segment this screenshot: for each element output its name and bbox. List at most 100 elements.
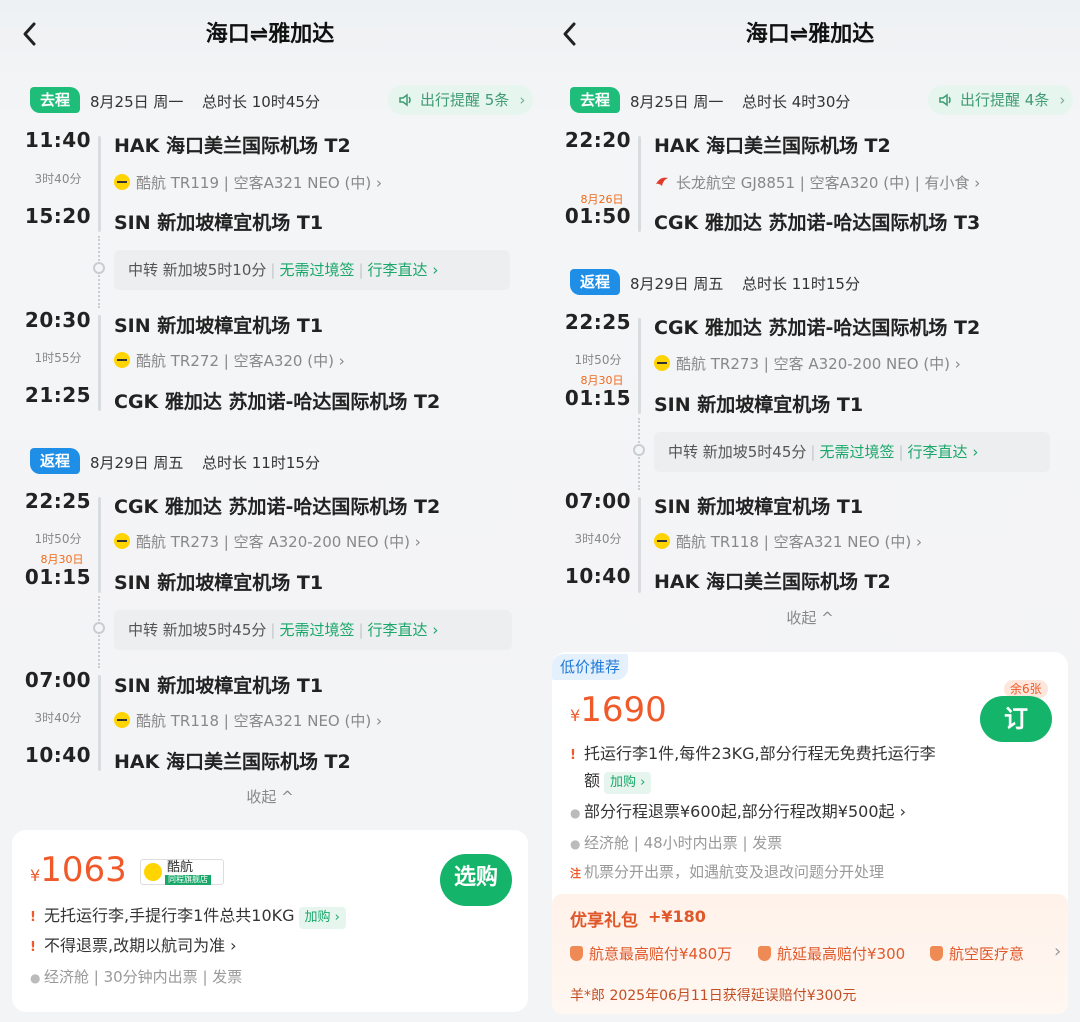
flight-info-text: 酷航 TR118 | 空客A321 NEO (中) › — [676, 533, 922, 551]
gift-package-title: 优享礼包 — [570, 911, 638, 931]
bullet-icon: ● — [30, 971, 41, 985]
chevron-right-icon[interactable]: › — [1054, 941, 1061, 962]
segment-line — [638, 136, 641, 232]
segment-line — [638, 318, 641, 414]
visa-free-label: 无需过境签 — [819, 443, 895, 461]
scoot-logo-icon — [114, 352, 130, 368]
flight-duration: 3时40分 — [574, 532, 622, 546]
price-display: ¥1690 — [570, 690, 667, 730]
outbound-date: 8月25日 周一 — [90, 93, 184, 111]
departure-time: 22:25 — [564, 310, 632, 334]
warning-icon: ! — [570, 748, 576, 763]
departure-time: 20:30 — [24, 308, 92, 332]
compensation-note: 羊*郎 2025年06月11日获得延误赔付¥300元 — [570, 988, 857, 1004]
add-purchase-button[interactable]: 加购 › — [604, 772, 652, 794]
segment-line — [98, 675, 101, 771]
book-label: 订 — [1004, 705, 1028, 733]
chevron-right-icon: › — [1059, 91, 1066, 109]
arrival-airport: HAK 海口美兰国际机场 T2 — [114, 751, 351, 773]
flight-info[interactable]: 酷航 TR119 | 空客A321 NEO (中) › — [114, 172, 382, 193]
transfer-info[interactable]: 中转 新加坡5时45分 | 无需过境签 | 行李直达 › — [114, 610, 512, 650]
baggage-rule-cont: 额加购 › — [584, 767, 652, 794]
page-title: 海口⇌雅加达 — [745, 22, 875, 47]
segment-line — [98, 136, 101, 232]
refund-rule[interactable]: ● 部分行程退票¥600起,部分行程改期¥500起 › — [570, 798, 906, 822]
flight-duration: 3时40分 — [34, 711, 82, 725]
select-buy-button[interactable]: 选购 — [440, 854, 512, 906]
departure-time: 07:00 — [564, 489, 632, 513]
segment-line — [98, 497, 101, 593]
travel-reminder-button[interactable]: 出行提醒 4条 › — [928, 85, 1074, 115]
separate-ticket-note-text: 机票分开出票，如遇航变及退改问题分开处理 — [584, 863, 885, 881]
gift-item: 航延最高赔付¥300 — [758, 943, 905, 964]
baggage-rule: ! 无托运行李,手提行李1件总共10KG 加购 › — [30, 902, 346, 929]
speaker-icon — [399, 93, 411, 107]
flight-info[interactable]: 酷航 TR273 | 空客 A320-200 NEO (中) › — [654, 353, 961, 374]
outbound-tag: 去程 — [30, 87, 81, 113]
price-value: 1690 — [580, 690, 667, 730]
travel-reminder-label: 出行提醒 4条 — [960, 91, 1050, 109]
arrival-time: 01:15 — [24, 565, 92, 589]
flight-info[interactable]: 酷航 TR118 | 空客A321 NEO (中) › — [654, 531, 922, 552]
flight-info[interactable]: 酷航 TR273 | 空客 A320-200 NEO (中) › — [114, 531, 421, 552]
scoot-logo-icon — [114, 712, 130, 728]
arrival-time: 10:40 — [564, 564, 632, 588]
arrival-time: 10:40 — [24, 743, 92, 767]
ticket-meta-text: 经济舱 | 30分钟内出票 | 发票 — [44, 968, 243, 986]
gift-item-text: 航延最高赔付¥300 — [777, 945, 906, 963]
gift-item: 航空医疗意 — [930, 943, 1054, 964]
price-card: ¥1063 酷航 同程旗舰店 选购 ! 无托运行李,手提行李1件总共10KG 加购 … — [12, 830, 528, 1012]
transfer-ring-icon — [633, 444, 645, 456]
page-title: 海口⇌雅加达 — [205, 22, 335, 47]
add-purchase-button[interactable]: 加购 › — [298, 907, 346, 929]
flight-info-text: 酷航 TR119 | 空客A321 NEO (中) › — [136, 174, 382, 192]
baggage-rule: ! 托运行李1件,每件23KG,部分行程无免费托运行李 — [570, 740, 936, 764]
flight-info-text: 酷航 TR118 | 空客A321 NEO (中) › — [136, 712, 382, 730]
shield-icon — [758, 946, 771, 961]
return-total-duration: 总时长 11时15分 — [202, 454, 320, 472]
select-buy-label: 选购 — [453, 865, 498, 890]
arrival-time: 01:50 — [564, 204, 632, 228]
price-display: ¥1063 — [30, 850, 127, 890]
departure-airport: SIN 新加坡樟宜机场 T1 — [114, 675, 324, 697]
gift-item-text: 航空医疗意 — [949, 945, 1025, 963]
flight-info[interactable]: 长龙航空 GJ8851 | 空客A320 (中) | 有小食 › — [654, 172, 980, 193]
right-screen: 海口⇌雅加达 去程 8月25日 周一 总时长 4时30分 出行提醒 4条 › 2… — [540, 0, 1080, 1022]
visa-free-label: 无需过境签 — [279, 621, 355, 639]
outbound-date: 8月25日 周一 — [630, 93, 724, 111]
brand-name: 酷航 — [167, 860, 194, 875]
flight-duration: 3时40分 — [34, 172, 82, 186]
return-date: 8月29日 周五 — [630, 275, 724, 293]
transfer-ring-icon — [93, 262, 105, 274]
flight-info[interactable]: 酷航 TR272 | 空客A320 (中) › — [114, 350, 345, 371]
speaker-icon — [939, 93, 951, 107]
return-tag: 返程 — [570, 269, 621, 295]
refund-rule[interactable]: ! 不得退票,改期以航司为准 › — [30, 932, 237, 956]
refund-rule-text: 部分行程退票¥600起,部分行程改期¥500起 › — [584, 802, 907, 821]
departure-airport: SIN 新加坡樟宜机场 T1 — [654, 496, 864, 518]
outbound-tag: 去程 — [570, 87, 621, 113]
scoot-logo-icon — [144, 863, 162, 881]
arrival-time: 01:15 — [564, 386, 632, 410]
flight-info[interactable]: 酷航 TR118 | 空客A321 NEO (中) › — [114, 710, 382, 731]
baggage-through-label: 行李直达 › — [367, 621, 439, 639]
arrival-time: 15:20 — [24, 204, 92, 228]
book-button[interactable]: 订 — [980, 696, 1052, 742]
scoot-logo-icon — [654, 355, 670, 371]
flight-info-text: 酷航 TR273 | 空客 A320-200 NEO (中) › — [136, 533, 421, 551]
arrival-airport: SIN 新加坡樟宜机场 T1 — [114, 212, 324, 234]
gift-package-panel[interactable]: 优享礼包 +¥180 航意最高赔付¥480万 航延最高赔付¥300 航空医疗意 … — [552, 894, 1068, 1014]
transfer-info[interactable]: 中转 新加坡5时45分 | 无需过境签 | 行李直达 › — [654, 432, 1050, 472]
transfer-text: 中转 新加坡5时10分 — [128, 261, 267, 279]
transfer-text: 中转 新加坡5时45分 — [128, 621, 267, 639]
travel-reminder-button[interactable]: 出行提醒 5条 › — [388, 85, 534, 115]
baggage-through-label: 行李直达 › — [907, 443, 979, 461]
separate-ticket-note: 注机票分开出票，如遇航变及退改问题分开处理 — [570, 861, 884, 882]
flight-info-text: 长龙航空 GJ8851 | 空客A320 (中) | 有小食 › — [676, 174, 981, 192]
collapse-button[interactable]: 收起 ^ — [0, 786, 540, 807]
collapse-button[interactable]: 收起 ^ — [540, 607, 1080, 628]
outbound-total-duration: 总时长 4时30分 — [742, 93, 851, 111]
segment-line — [98, 315, 101, 411]
transfer-info[interactable]: 中转 新加坡5时10分 | 无需过境签 | 行李直达 › — [114, 250, 510, 290]
scoot-logo-icon — [114, 174, 130, 190]
